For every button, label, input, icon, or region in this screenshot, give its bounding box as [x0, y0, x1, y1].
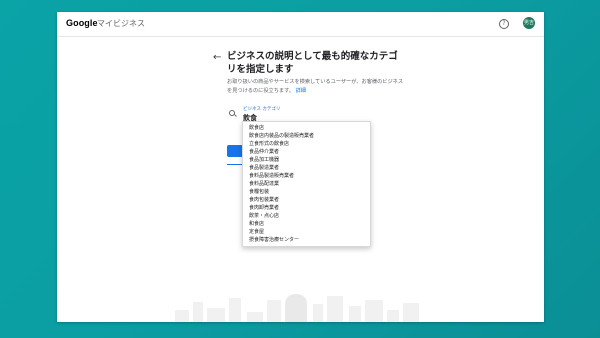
google-logo[interactable]: Google [66, 18, 98, 28]
dropdown-option[interactable]: 食料品配達業 [249, 181, 279, 188]
dropdown-option[interactable]: 食品加工機器 [249, 157, 279, 164]
dropdown-option[interactable]: 食料品製造販売業者 [249, 173, 294, 180]
dropdown-option[interactable]: 飲茶・点心店 [249, 213, 279, 220]
description-text: お取り扱いの商品やサービスを検索しているユーザーが、お客様のビジネスを見つけるの… [227, 79, 404, 94]
dropdown-option[interactable]: 食品仲介業者 [249, 149, 279, 156]
category-suggestions-dropdown: 飲食店 飲食店内装品の製造販売業者 立食形式の飲食店 食品仲介業者 食品加工機器 食品製造… [242, 121, 371, 247]
avatar[interactable]: 男吉 [523, 17, 535, 29]
category-field-label: ビジネス カテゴリ [243, 107, 281, 112]
logo-text: Google [66, 18, 98, 28]
app-title: マイビジネス [97, 19, 145, 28]
dropdown-option[interactable]: 定食屋 [249, 229, 264, 236]
dropdown-option[interactable]: 食糧包装 [249, 189, 269, 196]
search-icon [229, 110, 235, 116]
page-heading: ビジネスの説明として最も的確なカテゴリを指定します [227, 51, 398, 75]
help-circle-icon[interactable]: ? [499, 19, 509, 29]
next-button[interactable] [227, 145, 243, 157]
app-window: Google マイビジネス ? 男吉 ← ビジネスの説明として最も的確なカテゴリ… [57, 12, 544, 322]
dropdown-option[interactable]: 飲食店内装品の製造販売業者 [249, 133, 314, 140]
dropdown-option[interactable]: 食肉包装業者 [249, 197, 279, 204]
dropdown-option[interactable]: 立食形式の飲食店 [249, 141, 289, 148]
dropdown-option[interactable]: 和食店 [249, 221, 264, 228]
city-skyline-illustration [167, 292, 437, 322]
dropdown-option[interactable]: 摂食障害治療センター [249, 237, 299, 244]
details-link[interactable]: 詳細 [296, 88, 306, 94]
back-arrow-icon[interactable]: ← [213, 52, 221, 63]
dropdown-option[interactable]: 飲食店 [249, 125, 264, 132]
page-description: お取り扱いの商品やサービスを検索しているユーザーが、お客様のビジネスを見つけるの… [227, 78, 407, 96]
app-header: Google マイビジネス ? 男吉 [57, 12, 544, 37]
dropdown-option[interactable]: 食品製造業者 [249, 165, 279, 172]
dropdown-option[interactable]: 食肉卸売業者 [249, 205, 279, 212]
